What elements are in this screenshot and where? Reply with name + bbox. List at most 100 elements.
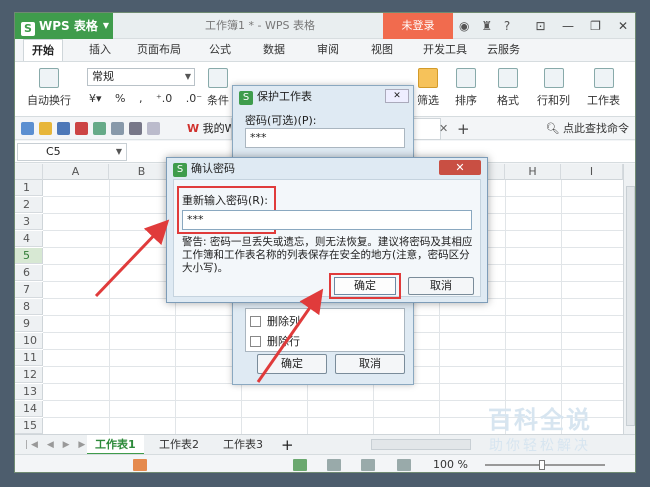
filter-button[interactable]: 筛选 <box>417 68 439 108</box>
save-icon[interactable] <box>57 122 70 135</box>
name-box[interactable]: C5 ▼ <box>17 143 127 161</box>
tab-view[interactable]: 视图 <box>371 39 393 61</box>
column-header[interactable]: A <box>43 164 109 180</box>
checkbox[interactable] <box>250 316 261 327</box>
restore-button[interactable]: ❐ <box>584 13 608 39</box>
tab-formulas[interactable]: 公式 <box>209 39 231 61</box>
percent-button[interactable]: % <box>115 92 125 105</box>
login-button[interactable]: 未登录 <box>383 13 453 39</box>
page-break-icon[interactable] <box>361 459 375 471</box>
add-sheet-icon[interactable]: + <box>281 435 294 455</box>
row-header[interactable]: 3 <box>15 214 43 230</box>
watermark: 百科全说 助你轻松解决 <box>478 400 602 455</box>
tab-developer[interactable]: 开发工具 <box>423 39 467 61</box>
row-header[interactable]: 15 <box>15 418 43 434</box>
comma-icon[interactable]: , <box>139 92 143 105</box>
preview-icon[interactable] <box>111 122 124 135</box>
list-item[interactable]: 删除列 <box>250 313 300 329</box>
watermark-subtitle: 助你轻松解决 <box>489 438 591 454</box>
row-header[interactable]: 6 <box>15 265 43 281</box>
sheet-tab-1[interactable]: 工作表1 <box>87 435 144 455</box>
vertical-scrollbar[interactable] <box>623 164 635 434</box>
wps-w-icon: W <box>187 122 200 135</box>
decrease-decimal-icon[interactable]: .0⁻ <box>186 92 202 105</box>
checkbox[interactable] <box>250 336 261 347</box>
tab-data[interactable]: 数据 <box>263 39 285 61</box>
list-item[interactable]: 删除行 <box>250 333 300 349</box>
new-file-icon[interactable] <box>21 122 34 135</box>
sort-button[interactable]: 排序 <box>455 68 477 108</box>
confirm-ok-button[interactable]: 确定 <box>334 277 396 295</box>
currency-icon[interactable]: ¥▾ <box>89 92 102 105</box>
select-all-corner[interactable] <box>15 164 43 180</box>
minimize-button[interactable]: — <box>556 13 580 39</box>
my-wps-tab[interactable]: W 我的W <box>187 118 236 140</box>
row-header[interactable]: 1 <box>15 180 43 196</box>
row-header[interactable]: 2 <box>15 197 43 213</box>
worksheet-button[interactable]: 工作表 <box>587 68 620 108</box>
new-tab-icon[interactable]: + <box>457 118 470 140</box>
close-tab-icon[interactable]: ✕ <box>439 118 448 140</box>
open-folder-icon[interactable] <box>39 122 52 135</box>
permission-list[interactable]: 删除列 删除行 <box>245 308 405 352</box>
row-header[interactable]: 13 <box>15 384 43 400</box>
row-header[interactable]: 10 <box>15 333 43 349</box>
format-button[interactable]: 格式 <box>497 68 519 108</box>
worksheet-icon <box>593 68 614 88</box>
protect-cancel-button[interactable]: 取消 <box>335 354 405 374</box>
tab-insert[interactable]: 插入 <box>89 39 111 61</box>
column-header[interactable]: H <box>505 164 561 180</box>
list-item-label: 删除行 <box>267 335 300 348</box>
close-button[interactable]: ✕ <box>439 160 481 175</box>
wps-menu-button[interactable]: S WPS 表格 ▼ <box>15 13 113 39</box>
reenter-password-input[interactable]: *** <box>182 210 472 230</box>
row-col-button[interactable]: 行和列 <box>537 68 570 108</box>
list-item-label: 删除列 <box>267 315 300 328</box>
cell-reference: C5 <box>46 145 61 158</box>
row-header[interactable]: 4 <box>15 231 43 247</box>
row-header[interactable]: 11 <box>15 350 43 366</box>
command-search[interactable]: 🔍︎ 点此查找命令 <box>546 118 629 140</box>
shirt-icon[interactable]: ♜ <box>481 19 492 33</box>
sheet-tab-2[interactable]: 工作表2 <box>151 435 207 455</box>
layout-view-icon[interactable] <box>327 459 341 471</box>
reading-mode-icon[interactable] <box>397 459 411 471</box>
export-pdf-icon[interactable] <box>75 122 88 135</box>
sheet-tab-3[interactable]: 工作表3 <box>215 435 271 455</box>
tab-cloud[interactable]: 云服务 <box>487 39 520 61</box>
tab-page-layout[interactable]: 页面布局 <box>137 39 181 61</box>
protect-ok-button[interactable]: 确定 <box>257 354 327 374</box>
sheet-nav-arrows[interactable]: |◀ ◀ ▶ ▶| <box>25 435 94 455</box>
redo-icon[interactable] <box>147 122 160 135</box>
confirm-dialog-body: 重新输入密码(R): *** 警告: 密码一旦丢失或遗忘，则无法恢复。建议将密码… <box>173 179 481 299</box>
pin-icon[interactable]: ⊡ <box>529 13 553 39</box>
conditional-format-button[interactable]: 条件 <box>207 68 229 108</box>
wrap-text-button[interactable]: 自动换行 <box>27 68 71 108</box>
zoom-slider[interactable] <box>485 464 605 466</box>
macro-icon[interactable] <box>133 459 147 471</box>
tab-home[interactable]: 开始 <box>23 39 63 61</box>
protect-password-input[interactable]: *** <box>245 128 405 148</box>
row-header[interactable]: 8 <box>15 299 43 315</box>
horizontal-scrollbar[interactable] <box>371 439 471 450</box>
undo-icon[interactable] <box>129 122 142 135</box>
row-header[interactable]: 7 <box>15 282 43 298</box>
confirm-cancel-button[interactable]: 取消 <box>408 277 474 295</box>
close-button[interactable]: ✕ <box>611 13 635 39</box>
close-icon[interactable]: ✕ <box>385 89 409 103</box>
row-header[interactable]: 9 <box>15 316 43 332</box>
print-icon[interactable] <box>93 122 106 135</box>
row-header[interactable]: 14 <box>15 401 43 417</box>
row-header[interactable]: 5 <box>15 248 43 264</box>
chevron-down-icon: ▼ <box>102 21 109 30</box>
normal-view-icon[interactable] <box>293 459 307 471</box>
column-header[interactable]: I <box>561 164 623 180</box>
increase-decimal-icon[interactable]: ⁺.0 <box>156 92 172 105</box>
help-icon[interactable]: ? <box>504 19 510 33</box>
number-format-select[interactable]: 常规 ▼ <box>87 68 195 86</box>
scrollbar-thumb[interactable] <box>626 186 635 426</box>
skin-icon[interactable]: ◉ <box>459 19 469 33</box>
row-header[interactable]: 12 <box>15 367 43 383</box>
tab-review[interactable]: 审阅 <box>317 39 339 61</box>
zoom-slider-knob[interactable] <box>539 460 545 470</box>
